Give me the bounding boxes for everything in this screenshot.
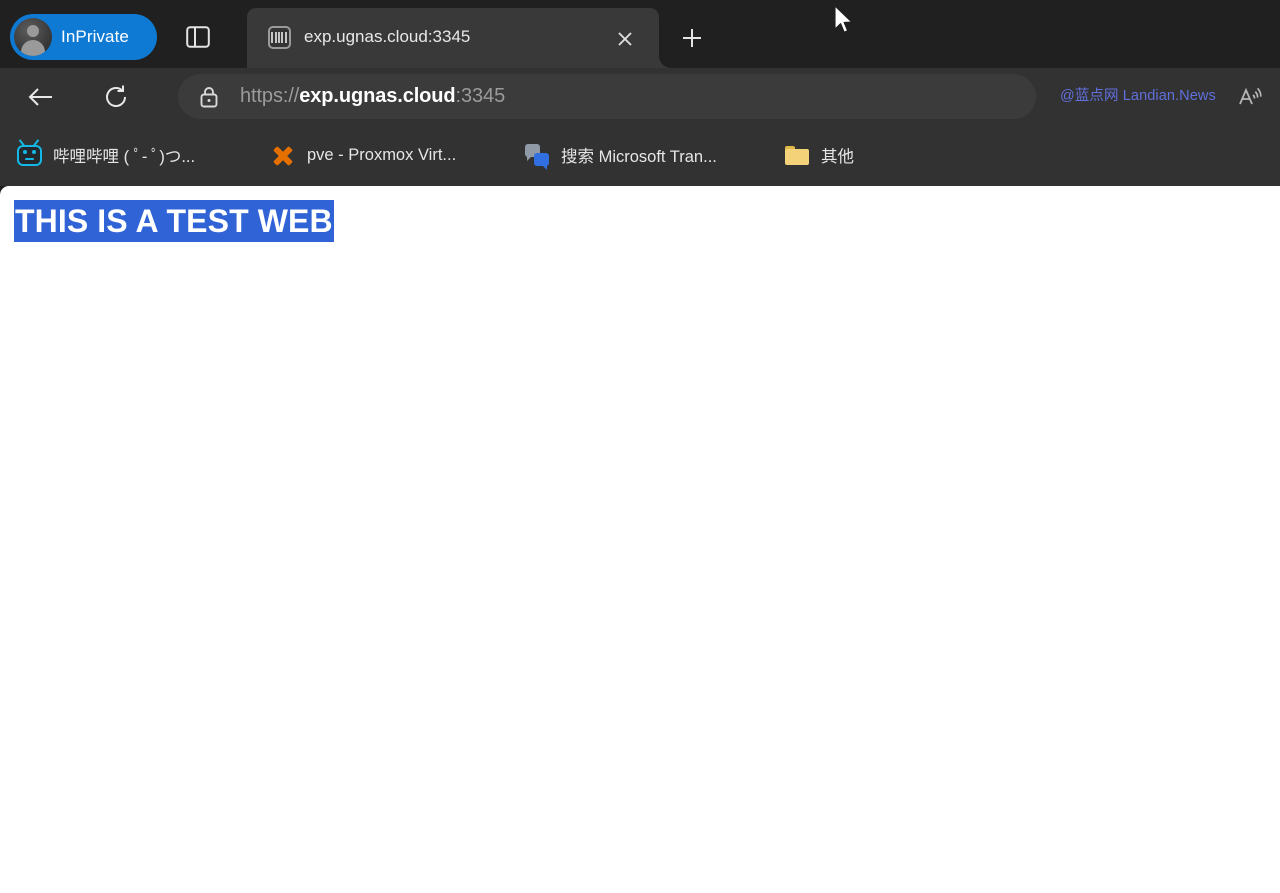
tab-actions-split-screen-icon[interactable] — [178, 18, 218, 56]
read-aloud-icon[interactable] — [1233, 79, 1269, 115]
close-icon[interactable] — [610, 24, 640, 54]
address-bar[interactable]: https://exp.ugnas.cloud:3345 — [178, 74, 1036, 119]
browser-window: InPrivate exp.ugnas.cloud:3345 https://e… — [0, 0, 1280, 893]
url-scheme: https:// — [240, 85, 300, 107]
microsoft-translator-icon — [524, 142, 550, 170]
reload-icon[interactable] — [97, 78, 135, 116]
page-content-area — [0, 186, 1280, 893]
generic-page-favicon — [265, 23, 293, 51]
bookmark-label: pve - Proxmox Virt... — [307, 145, 457, 164]
inprivate-label: InPrivate — [61, 27, 129, 46]
browser-tab[interactable]: exp.ugnas.cloud:3345 — [247, 8, 659, 68]
bookmark-folder-label: 其他 — [821, 148, 854, 166]
plus-icon[interactable] — [673, 19, 711, 57]
bookmark-item[interactable]: 搜索 Microsoft Tran... — [518, 135, 723, 175]
bilibili-icon — [16, 138, 42, 168]
proxmox-icon — [270, 142, 296, 168]
folder-icon — [784, 142, 810, 168]
watermark-text: @蓝点网 Landian.News — [1060, 88, 1216, 104]
bookmark-item[interactable]: pve - Proxmox Virt... — [264, 135, 462, 175]
url-host: exp.ugnas.cloud — [299, 85, 456, 107]
bookmark-item[interactable]: 哔哩哔哩 ( ﾟ- ﾟ)つ... — [10, 135, 201, 175]
inprivate-profile-button[interactable]: InPrivate — [10, 14, 157, 60]
page-heading[interactable]: THIS IS A TEST WEB — [14, 200, 334, 242]
bookmark-folder-item[interactable]: 其他 — [778, 135, 860, 175]
lock-icon[interactable] — [196, 84, 222, 110]
tab-title: exp.ugnas.cloud:3345 — [304, 27, 471, 46]
address-bar-url[interactable]: https://exp.ugnas.cloud:3345 — [240, 85, 505, 108]
url-port: :3345 — [455, 85, 506, 107]
bookmark-label: 哔哩哔哩 ( ﾟ- ﾟ)つ... — [53, 148, 196, 166]
back-arrow-icon[interactable] — [22, 78, 60, 116]
person-avatar-icon — [14, 18, 52, 56]
title-bar: InPrivate exp.ugnas.cloud:3345 — [0, 0, 1280, 68]
bookmark-label: 搜索 Microsoft Tran... — [561, 148, 717, 166]
bookmarks-bar: 哔哩哔哩 ( ﾟ- ﾟ)つ... pve - Proxmox Virt... 搜… — [0, 125, 1280, 186]
